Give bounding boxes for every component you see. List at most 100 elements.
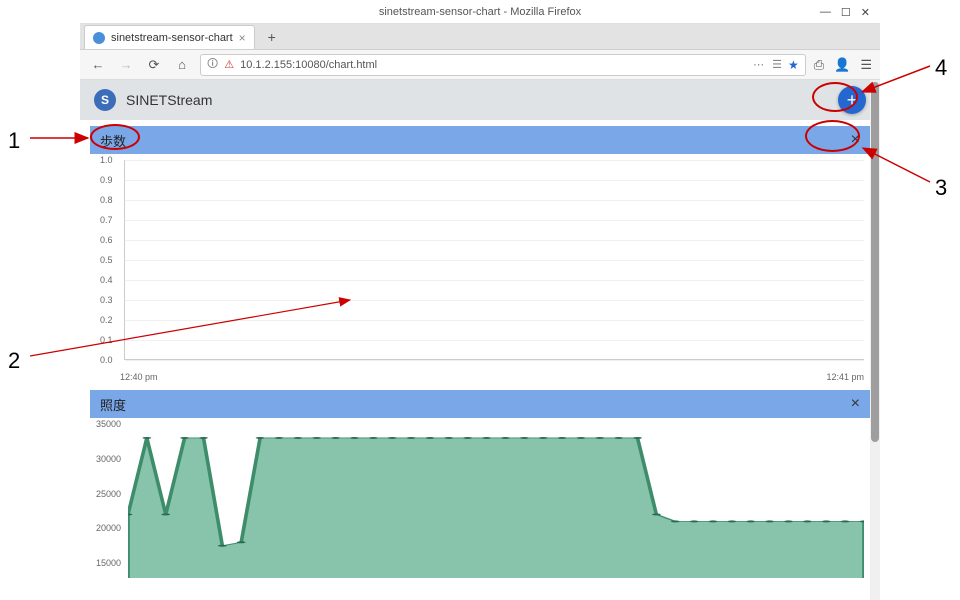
menu-icon[interactable]: ☰ xyxy=(860,57,872,73)
panel-steps: 歩数 × 1.0 0.9 0.8 0.7 0.6 0.5 0.4 0.3 0.2 0.1 0.0 1… xyxy=(90,126,870,384)
chart-illuminance-point xyxy=(501,437,510,439)
chart-illuminance-point xyxy=(539,437,548,439)
chart-steps-gridline xyxy=(125,300,864,301)
chart-illuminance-point xyxy=(746,520,755,522)
chart-steps-ytick: 0.5 xyxy=(100,255,113,265)
bookmark-star-icon[interactable]: ★ xyxy=(788,58,799,72)
chart-steps-ytick: 0.6 xyxy=(100,235,113,245)
url-text: 10.1.2.155:10080/chart.html xyxy=(240,59,747,71)
chart-illuminance-point xyxy=(652,513,661,515)
chart-illuminance-point xyxy=(633,437,642,439)
chart-steps-gridline xyxy=(125,240,864,241)
favicon-icon xyxy=(93,32,105,44)
chart-illuminance-point xyxy=(444,437,453,439)
chart-steps-xtick-end: 12:41 pm xyxy=(826,372,864,382)
reload-button[interactable]: ⟳ xyxy=(144,55,164,75)
chart-steps-gridline xyxy=(125,360,864,361)
chart-illuminance-point xyxy=(520,437,529,439)
chart-steps-gridline xyxy=(125,340,864,341)
chart-illuminance-area xyxy=(128,438,864,578)
scrollbar-thumb[interactable] xyxy=(871,82,879,442)
app-logo-icon: S xyxy=(94,89,116,111)
chart-illuminance: 35000 30000 25000 20000 15000 xyxy=(90,418,870,578)
chart-illuminance-point xyxy=(142,437,151,439)
annotation-number-1: 1 xyxy=(8,128,20,154)
panel-steps-close-icon[interactable]: × xyxy=(851,131,860,149)
reader-icon[interactable]: ☰ xyxy=(772,58,782,71)
tab-sinetstream[interactable]: sinetstream-sensor-chart × xyxy=(84,25,255,49)
chart-steps-gridline xyxy=(125,180,864,181)
info-icon[interactable]: 🛈 xyxy=(207,55,218,74)
chart-steps-ytick: 0.9 xyxy=(100,175,113,185)
chart-steps-ytick: 0.2 xyxy=(100,315,113,325)
chart-illuminance-point xyxy=(369,437,378,439)
chart-steps-ytick: 0.0 xyxy=(100,355,113,365)
chart-illuminance-point xyxy=(199,437,208,439)
window-close-icon[interactable]: ✕ xyxy=(861,6,870,19)
tab-title: sinetstream-sensor-chart xyxy=(111,32,233,44)
chart-steps-ytick: 0.8 xyxy=(100,195,113,205)
panel-illuminance: 照度 × 35000 30000 25000 20000 15000 xyxy=(90,390,870,578)
chart-illuminance-point xyxy=(161,513,170,515)
chart-steps-xtick-start: 12:40 pm xyxy=(120,372,158,382)
annotation-number-4: 4 xyxy=(935,55,947,81)
window-title: sinetstream-sensor-chart - Mozilla Firef… xyxy=(379,6,581,18)
chart-illuminance-point xyxy=(671,520,680,522)
url-bar[interactable]: 🛈 ⚠ 10.1.2.155:10080/chart.html ⋯ ☰ ★ xyxy=(200,54,806,76)
chart-illuminance-point xyxy=(558,437,567,439)
add-chart-button[interactable]: + xyxy=(838,86,866,114)
chart-illuminance-point xyxy=(218,545,227,547)
chart-illuminance-point xyxy=(331,437,340,439)
chart-illuminance-point xyxy=(595,437,604,439)
page-actions-icon[interactable]: ⋯ xyxy=(753,58,766,71)
chart-steps-gridline xyxy=(125,260,864,261)
page-content: S SINETStream + 歩数 × 1.00.90.80.70.60.50… xyxy=(80,80,880,600)
chart-illuminance-ytick: 20000 xyxy=(96,523,121,533)
chart-steps-ytick: 0.1 xyxy=(100,335,113,345)
chart-steps: 1.0 0.9 0.8 0.7 0.6 0.5 0.4 0.3 0.2 0.1 0.0 12:40 … xyxy=(90,154,870,384)
window-titlebar: sinetstream-sensor-chart - Mozilla Firef… xyxy=(80,0,880,24)
chart-illuminance-point xyxy=(388,437,397,439)
chart-steps-ytick: 0.4 xyxy=(100,275,113,285)
chart-illuminance-ytick: 35000 xyxy=(96,419,121,429)
chart-illuminance-point xyxy=(577,437,586,439)
chart-illuminance-ytick: 25000 xyxy=(96,489,121,499)
forward-button: → xyxy=(116,55,136,75)
chart-illuminance-point xyxy=(727,520,736,522)
chart-steps-gridline xyxy=(125,220,864,221)
panel-steps-header: 歩数 × xyxy=(90,126,870,154)
chart-illuminance-point xyxy=(841,520,850,522)
window-min-icon[interactable]: — xyxy=(820,6,831,18)
chart-steps-ytick: 0.7 xyxy=(100,215,113,225)
chart-illuminance-point xyxy=(256,437,265,439)
chart-illuminance-point xyxy=(312,437,321,439)
chart-illuminance-ytick: 30000 xyxy=(96,454,121,464)
chart-illuminance-point xyxy=(426,437,435,439)
chart-illuminance-point xyxy=(709,520,718,522)
insecure-icon[interactable]: ⚠ xyxy=(224,58,234,71)
chart-illuminance-point xyxy=(614,437,623,439)
panel-illuminance-header: 照度 × xyxy=(90,390,870,418)
chart-illuminance-point xyxy=(803,520,812,522)
chart-illuminance-point xyxy=(407,437,416,439)
back-button[interactable]: ← xyxy=(88,55,108,75)
chart-illuminance-point xyxy=(690,520,699,522)
chart-steps-ytick: 0.3 xyxy=(100,295,113,305)
panel-illuminance-close-icon[interactable]: × xyxy=(851,395,860,413)
chart-steps-ytick: 1.0 xyxy=(100,155,113,165)
home-button[interactable]: ⌂ xyxy=(172,55,192,75)
window-controls: — ☐ ✕ xyxy=(814,0,876,24)
chart-steps-gridline xyxy=(125,160,864,161)
new-tab-button[interactable]: + xyxy=(259,25,285,49)
chart-illuminance-point xyxy=(463,437,472,439)
account-icon[interactable]: 👤 xyxy=(834,57,850,73)
annotation-number-2: 2 xyxy=(8,348,20,374)
chart-illuminance-point xyxy=(822,520,831,522)
chart-illuminance-ytick: 15000 xyxy=(96,558,121,568)
panel-steps-title: 歩数 xyxy=(100,131,126,150)
chart-steps-gridline xyxy=(125,320,864,321)
tab-close-icon[interactable]: × xyxy=(239,31,246,45)
scrollbar[interactable] xyxy=(870,80,880,600)
window-max-icon[interactable]: ☐ xyxy=(841,6,851,19)
library-icon[interactable]: ⎙ xyxy=(814,57,824,73)
